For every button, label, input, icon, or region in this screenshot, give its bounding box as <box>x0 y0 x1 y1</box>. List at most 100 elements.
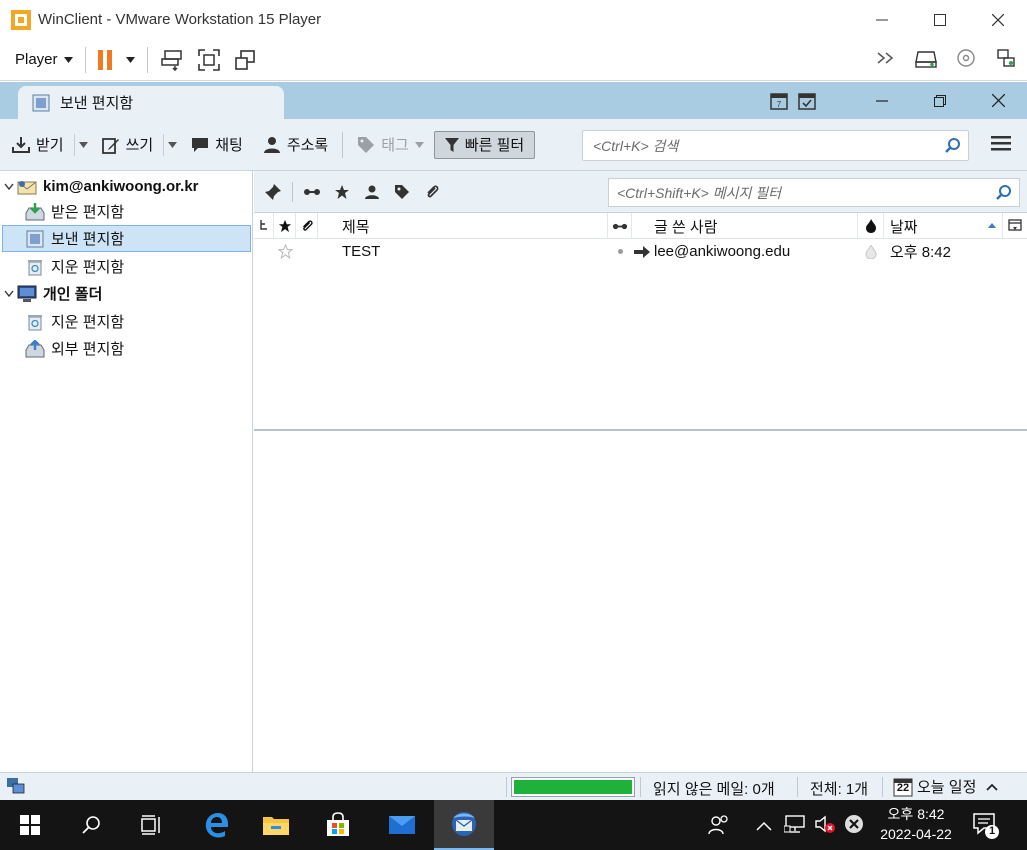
maximize-button[interactable] <box>911 0 969 39</box>
folder-trash[interactable]: 지운 편지함 <box>2 253 251 280</box>
chat-label: 채팅 <box>215 137 243 154</box>
global-search-placeholder: <Ctrl+K> 검색 <box>593 137 679 154</box>
calendar-tab-button[interactable]: 7 <box>765 87 793 115</box>
filter-attachment-toggle[interactable] <box>417 177 447 207</box>
volume-muted-icon <box>815 815 835 833</box>
minimize-button[interactable] <box>853 0 911 39</box>
chevron-down-icon <box>4 290 14 297</box>
download-icon <box>12 136 30 153</box>
sticky-filter-toggle[interactable] <box>258 177 288 207</box>
filter-starred-toggle[interactable] <box>327 177 357 207</box>
filter-divider <box>292 181 293 202</box>
folder-local-folders[interactable]: 개인 폴더 <box>2 280 251 307</box>
star-toggle[interactable] <box>274 239 296 264</box>
message-row[interactable]: TEST lee@ankiwoong.edu 오후 8:42 <box>254 239 1027 264</box>
taskbar-clock[interactable]: 오후 8:42 2022-04-22 <box>870 804 962 844</box>
volume-tray-button[interactable] <box>814 814 836 837</box>
hard-disk-device-button[interactable] <box>913 45 939 71</box>
pause-icon <box>97 49 103 70</box>
app-menu-button[interactable] <box>991 135 1011 154</box>
tasks-tab-button[interactable] <box>793 87 821 115</box>
quick-filter-button[interactable]: 빠른 필터 <box>433 130 536 159</box>
message-filter-input[interactable]: <Ctrl+Shift+K> 메시지 필터 <box>608 178 1020 207</box>
player-menu-button[interactable]: Player <box>15 51 73 68</box>
today-pane-toggle[interactable]: 22 오늘 일정 <box>893 776 999 797</box>
write-dropdown[interactable] <box>163 133 181 156</box>
folder-account[interactable]: kim@ankiwoong.or.kr <box>2 173 251 200</box>
tray-overflow-button[interactable] <box>756 818 772 834</box>
column-attachment[interactable] <box>296 213 318 239</box>
progress-fill <box>514 780 632 794</box>
thunderbird-taskbar-button[interactable] <box>434 800 494 850</box>
column-read[interactable] <box>608 213 632 239</box>
quick-filter-bar: <Ctrl+Shift+K> 메시지 필터 <box>254 171 1027 213</box>
column-junk[interactable] <box>858 213 884 239</box>
network-device-button[interactable] <box>993 45 1019 71</box>
filter-contact-toggle[interactable] <box>357 177 387 207</box>
edge-browser-button[interactable] <box>186 800 246 850</box>
junk-status[interactable] <box>864 239 878 264</box>
column-date[interactable]: 날짜 <box>884 213 1003 239</box>
get-messages-button[interactable]: 받기 <box>2 130 74 160</box>
column-picker-button[interactable] <box>1003 213 1027 239</box>
tag-button[interactable]: 태그 <box>347 130 434 160</box>
app-minimize-button[interactable] <box>853 87 911 115</box>
error-circle-icon <box>845 815 863 833</box>
tab-sent-folder[interactable]: 보낸 편지함 <box>18 86 284 119</box>
pause-button[interactable] <box>97 49 135 70</box>
column-thread[interactable] <box>254 213 274 239</box>
mail-app-button[interactable] <box>372 800 432 850</box>
vmware-titlebar: WinClient - VMware Workstation 15 Player <box>0 0 1027 39</box>
global-search-input[interactable]: <Ctrl+K> 검색 <box>582 130 969 161</box>
people-icon <box>708 815 728 835</box>
task-view-icon <box>141 815 160 835</box>
folder-inbox[interactable]: 받은 편지함 <box>2 198 251 225</box>
restore-icon <box>934 94 946 107</box>
tab-bar-controls: 7 <box>765 82 1027 119</box>
fullscreen-button[interactable] <box>196 47 222 73</box>
write-button[interactable]: 쓰기 <box>92 130 164 160</box>
store-button[interactable] <box>308 800 368 850</box>
folder-outbox[interactable]: 외부 편지함 <box>2 335 251 362</box>
arrow-right-icon <box>634 245 650 258</box>
app-restore-button[interactable] <box>911 87 969 115</box>
more-devices-button[interactable] <box>873 45 899 71</box>
search-button[interactable] <box>62 800 122 850</box>
message-preview-pane <box>254 431 1027 772</box>
cd-drive-device-button[interactable] <box>953 45 979 71</box>
read-status-dot[interactable] <box>608 239 632 264</box>
chat-button[interactable]: 채팅 <box>181 130 253 160</box>
column-author[interactable]: 글 쓴 사람 <box>632 213 858 239</box>
column-subject[interactable]: 제목 <box>318 213 608 239</box>
people-button[interactable] <box>708 814 730 839</box>
close-button[interactable] <box>969 0 1027 39</box>
collapse-twisty-icon[interactable] <box>2 290 16 297</box>
file-explorer-button[interactable] <box>246 800 306 850</box>
filter-unread-toggle[interactable] <box>297 177 327 207</box>
address-book-button[interactable]: 주소록 <box>253 130 338 160</box>
minimize-icon <box>876 99 888 102</box>
write-label: 쓰기 <box>125 137 154 154</box>
folder-local-trash[interactable]: 지운 편지함 <box>2 308 251 335</box>
filter-tags-toggle[interactable] <box>387 177 417 207</box>
unity-button[interactable] <box>232 47 258 73</box>
mail-envelope-icon <box>389 816 415 834</box>
send-ctrl-alt-del-button[interactable] <box>160 47 186 73</box>
vmware-tools-tray-button[interactable] <box>844 814 864 837</box>
app-close-button[interactable] <box>969 87 1027 115</box>
total-count: 전체: 1개 <box>810 781 869 798</box>
online-status-icon[interactable] <box>6 777 26 795</box>
chevron-down-icon <box>125 56 135 63</box>
start-button[interactable] <box>0 800 60 850</box>
local-folders-icon <box>16 283 38 305</box>
network-tray-button[interactable] <box>783 814 806 837</box>
status-divider <box>640 777 641 797</box>
column-starred[interactable] <box>274 213 296 239</box>
action-center-button[interactable]: 1 <box>972 812 1000 843</box>
chevron-down-icon <box>78 141 88 148</box>
folder-sent[interactable]: 보낸 편지함 <box>2 225 251 252</box>
collapse-twisty-icon[interactable] <box>2 183 16 190</box>
get-messages-dropdown[interactable] <box>73 133 92 156</box>
close-icon <box>991 94 1005 107</box>
task-view-button[interactable] <box>122 800 182 850</box>
